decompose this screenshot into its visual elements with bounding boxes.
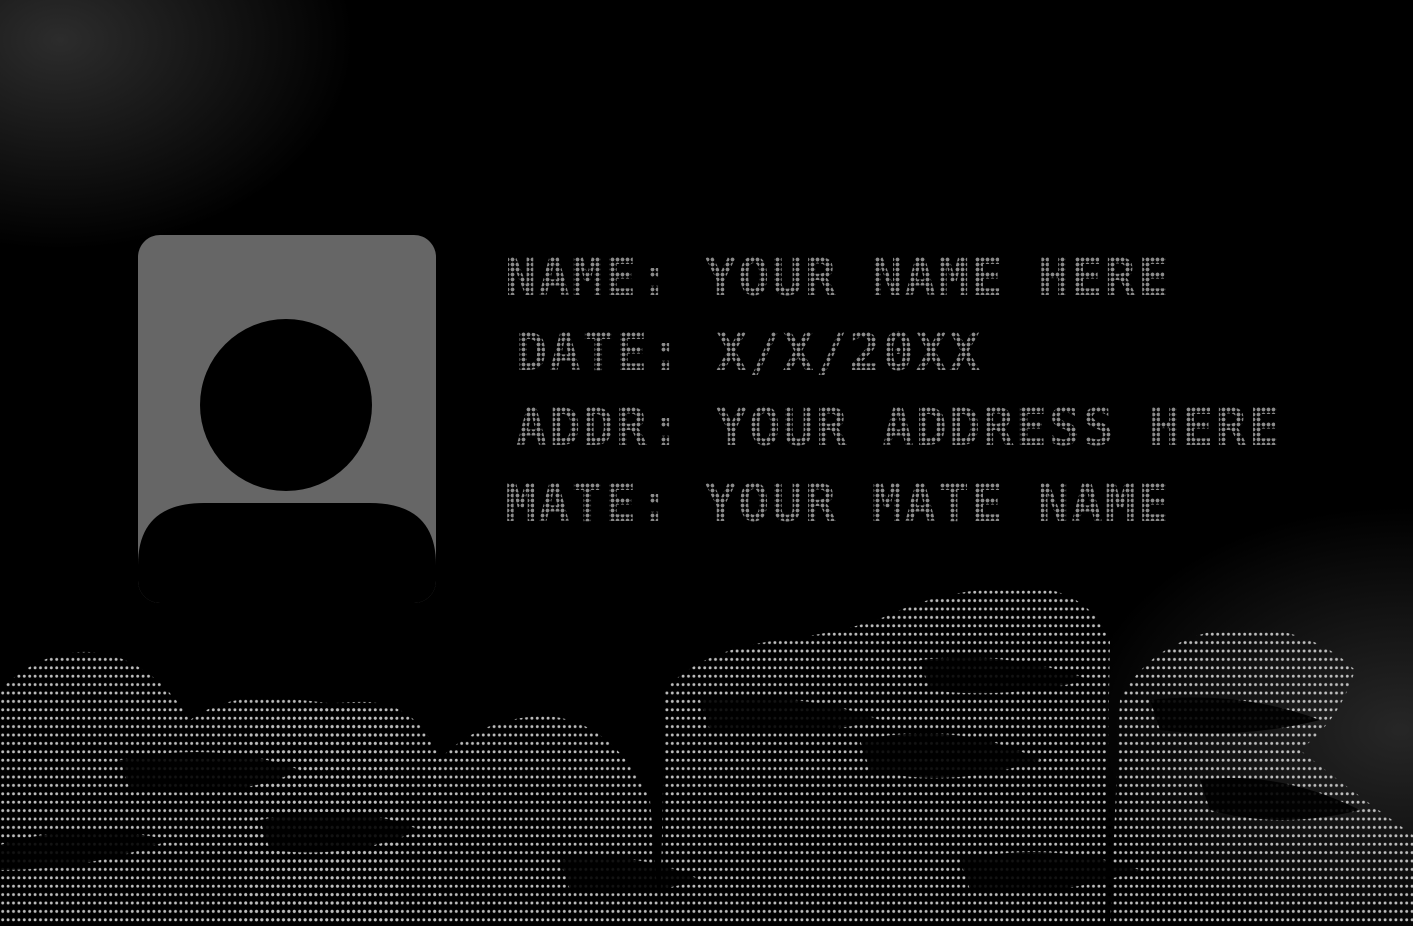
halftone-mountain-decoration: [0, 587, 1413, 926]
id-card: NAME: YOUR NAME HERE DATE: X/X/20XX ADDR…: [0, 0, 1413, 926]
